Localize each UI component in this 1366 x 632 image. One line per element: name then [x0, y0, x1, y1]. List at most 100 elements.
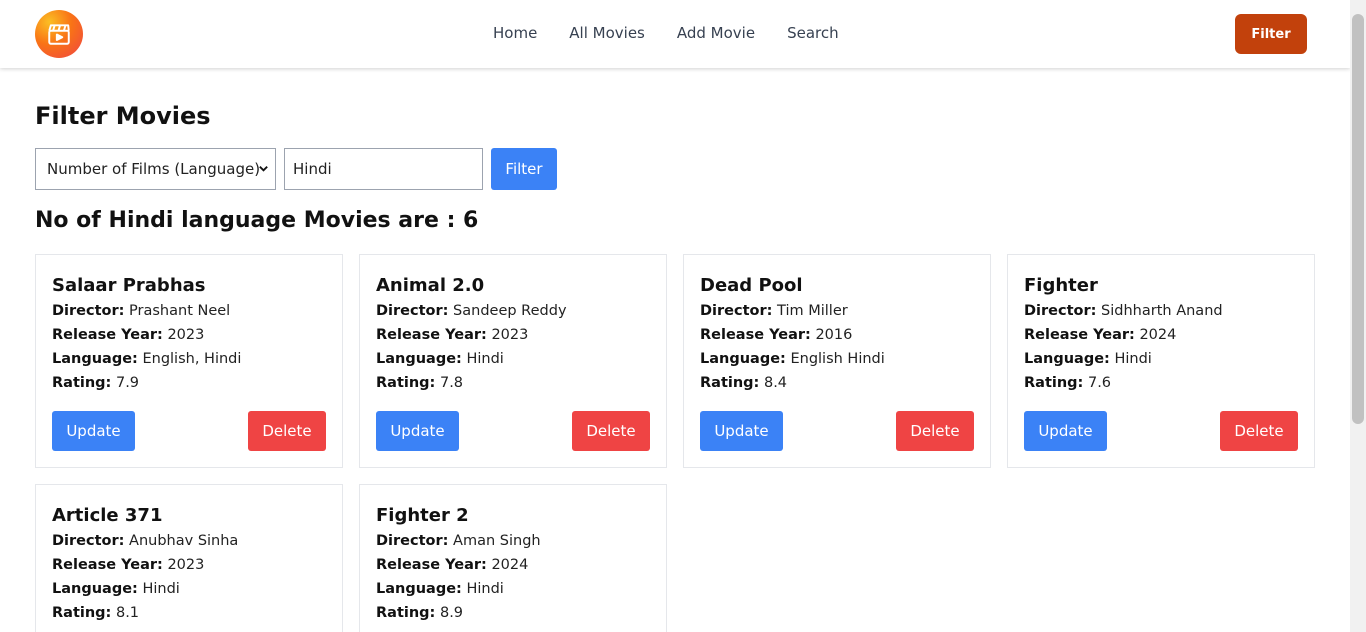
rating-value: 8.9: [439, 605, 464, 621]
logo[interactable]: [35, 10, 83, 58]
release-year-label: Release Year:: [376, 557, 487, 573]
movie-release-year: Release Year: 2024: [376, 557, 528, 573]
release-year-label: Release Year:: [52, 557, 163, 573]
language-label: Language:: [52, 581, 138, 597]
rating-label: Rating:: [52, 375, 112, 391]
rating-value: 8.4: [763, 375, 788, 391]
language-value: Hindi: [1114, 351, 1152, 367]
movie-director: Director: Sandeep Reddy: [376, 303, 567, 319]
director-value: Prashant Neel: [129, 303, 231, 319]
release-year-label: Release Year:: [376, 327, 487, 343]
movie-director: Director: Tim Miller: [700, 303, 848, 319]
rating-label: Rating:: [1024, 375, 1084, 391]
movie-director: Director: Sidhharth Anand: [1024, 303, 1223, 319]
movie-language: Language: Hindi: [376, 581, 504, 597]
language-value: English, Hindi: [142, 351, 242, 367]
movie-card: Fighter 2 Director: Aman Singh Release Y…: [359, 484, 667, 632]
rating-value: 7.8: [439, 375, 464, 391]
update-button[interactable]: Update: [700, 411, 783, 451]
movie-title: Dead Pool: [700, 275, 803, 296]
movie-release-year: Release Year: 2023: [52, 327, 204, 343]
movie-rating: Rating: 8.1: [52, 605, 139, 621]
director-value: Tim Miller: [777, 303, 848, 319]
language-label: Language:: [1024, 351, 1110, 367]
director-value: Anubhav Sinha: [129, 533, 239, 549]
movie-card: Salaar Prabhas Director: Prashant Neel R…: [35, 254, 343, 468]
nav-link-search[interactable]: Search: [787, 24, 839, 42]
filter-type-select[interactable]: Number of Films (Language): [35, 148, 276, 190]
movie-title: Article 371: [52, 505, 163, 526]
movie-language: Language: English, Hindi: [52, 351, 241, 367]
movie-rating: Rating: 8.9: [376, 605, 463, 621]
filter-value-text: Hindi: [293, 160, 332, 178]
movie-language: Language: Hindi: [376, 351, 504, 367]
scrollbar-thumb[interactable]: [1352, 14, 1364, 424]
movie-language: Language: Hindi: [52, 581, 180, 597]
result-heading: No of Hindi language Movies are : 6: [35, 208, 479, 233]
page-scrollbar[interactable]: [1350, 0, 1366, 632]
filter-submit-button[interactable]: Filter: [491, 148, 557, 190]
movie-language: Language: Hindi: [1024, 351, 1152, 367]
rating-value: 8.1: [115, 605, 140, 621]
delete-button[interactable]: Delete: [248, 411, 326, 451]
movie-director: Director: Aman Singh: [376, 533, 541, 549]
release-year-value: 2023: [167, 327, 205, 343]
delete-button[interactable]: Delete: [896, 411, 974, 451]
movie-release-year: Release Year: 2024: [1024, 327, 1176, 343]
delete-button[interactable]: Delete: [1220, 411, 1298, 451]
rating-value: 7.9: [115, 375, 140, 391]
movie-release-year: Release Year: 2023: [376, 327, 528, 343]
release-year-value: 2024: [491, 557, 529, 573]
director-label: Director:: [1024, 303, 1097, 319]
page-title: Filter Movies: [35, 102, 211, 130]
clapperboard-icon: [48, 24, 70, 45]
movie-director: Director: Anubhav Sinha: [52, 533, 238, 549]
movie-release-year: Release Year: 2023: [52, 557, 204, 573]
movie-card: Animal 2.0 Director: Sandeep Reddy Relea…: [359, 254, 667, 468]
movie-release-year: Release Year: 2016: [700, 327, 852, 343]
director-label: Director:: [52, 303, 125, 319]
filter-value-input[interactable]: Hindi: [284, 148, 483, 190]
movie-title: Fighter 2: [376, 505, 469, 526]
language-value: Hindi: [466, 351, 504, 367]
movie-card: Fighter Director: Sidhharth Anand Releas…: [1007, 254, 1315, 468]
movie-rating: Rating: 7.9: [52, 375, 139, 391]
navbar: Home All Movies Add Movie Search Filter: [0, 0, 1350, 68]
movie-title: Animal 2.0: [376, 275, 485, 296]
nav-filter-button[interactable]: Filter: [1235, 14, 1307, 54]
movie-rating: Rating: 8.4: [700, 375, 787, 391]
language-value: English Hindi: [790, 351, 885, 367]
release-year-value: 2023: [491, 327, 529, 343]
rating-label: Rating:: [376, 375, 436, 391]
nav-link-add-movie[interactable]: Add Movie: [677, 24, 755, 42]
chevron-down-icon: [259, 166, 268, 172]
release-year-value: 2016: [815, 327, 853, 343]
movie-title: Salaar Prabhas: [52, 275, 206, 296]
rating-label: Rating:: [376, 605, 436, 621]
release-year-value: 2024: [1139, 327, 1177, 343]
language-label: Language:: [700, 351, 786, 367]
rating-value: 7.6: [1087, 375, 1112, 391]
director-label: Director:: [376, 533, 449, 549]
release-year-label: Release Year:: [700, 327, 811, 343]
rating-label: Rating:: [52, 605, 112, 621]
director-value: Aman Singh: [453, 533, 541, 549]
director-value: Sidhharth Anand: [1101, 303, 1223, 319]
director-label: Director:: [700, 303, 773, 319]
language-label: Language:: [376, 351, 462, 367]
movie-rating: Rating: 7.6: [1024, 375, 1111, 391]
movie-language: Language: English Hindi: [700, 351, 885, 367]
movie-card: Dead Pool Director: Tim Miller Release Y…: [683, 254, 991, 468]
update-button[interactable]: Update: [52, 411, 135, 451]
delete-button[interactable]: Delete: [572, 411, 650, 451]
movie-title: Fighter: [1024, 275, 1098, 296]
nav-link-home[interactable]: Home: [493, 24, 537, 42]
update-button[interactable]: Update: [376, 411, 459, 451]
update-button[interactable]: Update: [1024, 411, 1107, 451]
movie-director: Director: Prashant Neel: [52, 303, 230, 319]
language-label: Language:: [52, 351, 138, 367]
rating-label: Rating:: [700, 375, 760, 391]
director-label: Director:: [52, 533, 125, 549]
nav-link-all-movies[interactable]: All Movies: [569, 24, 645, 42]
language-label: Language:: [376, 581, 462, 597]
